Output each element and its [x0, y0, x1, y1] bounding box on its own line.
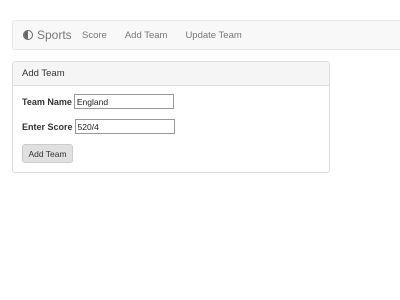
- navbar: Sports Score Add Team Update Team: [12, 20, 400, 50]
- score-input[interactable]: [74, 119, 175, 134]
- nav-link-add-team[interactable]: Add Team: [125, 30, 168, 41]
- score-row: Enter Score: [22, 119, 175, 134]
- team-name-input[interactable]: [73, 94, 174, 109]
- add-team-panel: Add Team Team Name Enter Score Add Team: [12, 61, 330, 173]
- add-team-button[interactable]: Add Team: [22, 144, 73, 163]
- brand-link[interactable]: Sports: [23, 21, 72, 49]
- nav-links: Score Add Team Update Team: [82, 21, 260, 49]
- brand-label: Sports: [37, 28, 72, 42]
- panel-title: Add Team: [13, 62, 329, 86]
- team-name-row: Team Name: [22, 94, 174, 109]
- team-name-label: Team Name: [22, 96, 72, 107]
- nav-link-update-team[interactable]: Update Team: [185, 30, 241, 41]
- score-label: Enter Score: [22, 121, 73, 132]
- half-circle-icon: [23, 30, 33, 40]
- nav-link-score[interactable]: Score: [82, 30, 107, 41]
